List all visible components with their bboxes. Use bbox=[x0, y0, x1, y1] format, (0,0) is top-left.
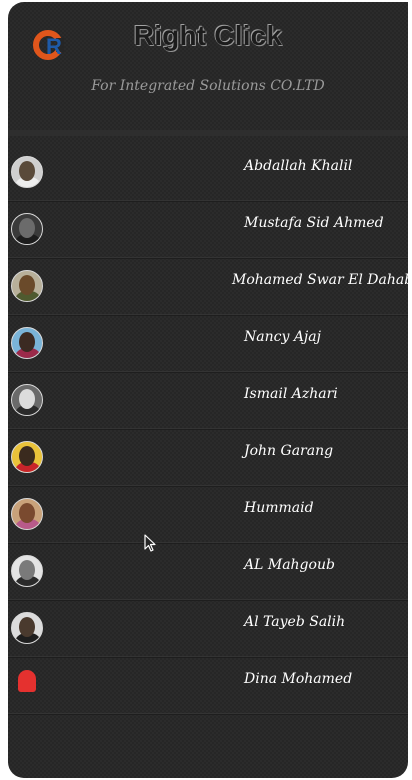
app-title: Right Click bbox=[133, 20, 283, 51]
contact-avatar bbox=[11, 612, 43, 644]
contact-item[interactable]: AL Mahgoub bbox=[8, 543, 408, 600]
contact-name: Al Tayeb Salih bbox=[244, 614, 346, 630]
contact-item[interactable]: Al Tayeb Salih bbox=[8, 600, 408, 657]
contact-name: Abdallah Khalil bbox=[244, 158, 353, 174]
mouse-pointer-icon bbox=[144, 534, 156, 552]
contact-item[interactable]: Nancy Ajaj bbox=[8, 315, 408, 372]
contact-item[interactable]: John Garang bbox=[8, 429, 408, 486]
contact-list: Abdallah Khalil Mustafa Sid Ahmed Mohame… bbox=[8, 144, 408, 714]
contact-item[interactable]: Hummaid bbox=[8, 486, 408, 543]
contact-item[interactable]: Mohamed Swar El Dahab bbox=[8, 258, 408, 315]
contact-avatar bbox=[11, 555, 43, 587]
contact-name: Mohamed Swar El Dahab bbox=[232, 272, 408, 288]
contact-item[interactable]: Ismail Azhari bbox=[8, 372, 408, 429]
contact-name: Dina Mohamed bbox=[244, 671, 353, 687]
contact-name: AL Mahgoub bbox=[244, 557, 335, 573]
contact-item[interactable]: Abdallah Khalil bbox=[8, 144, 408, 201]
app-subtitle: For Integrated Solutions CO.LTD bbox=[91, 78, 325, 94]
contact-avatar bbox=[11, 498, 43, 530]
app-header: R Right Click For Integrated Solutions C… bbox=[8, 2, 408, 130]
contact-item[interactable]: Mustafa Sid Ahmed bbox=[8, 201, 408, 258]
header-divider bbox=[8, 130, 408, 136]
contact-name: Hummaid bbox=[244, 500, 314, 516]
contact-avatar bbox=[11, 270, 43, 302]
contact-avatar bbox=[11, 327, 43, 359]
contact-name: Nancy Ajaj bbox=[244, 329, 321, 345]
contact-avatar bbox=[11, 213, 43, 245]
contact-item[interactable]: Dina Mohamed bbox=[8, 657, 408, 714]
contact-avatar-placeholder-icon bbox=[18, 670, 36, 692]
contact-avatar bbox=[11, 156, 43, 188]
contact-name: John Garang bbox=[244, 443, 334, 459]
contact-name: Mustafa Sid Ahmed bbox=[244, 215, 384, 231]
contact-name: Ismail Azhari bbox=[244, 386, 338, 402]
contact-avatar bbox=[11, 441, 43, 473]
app-screen: R Right Click For Integrated Solutions C… bbox=[8, 2, 408, 778]
contact-avatar bbox=[11, 384, 43, 416]
